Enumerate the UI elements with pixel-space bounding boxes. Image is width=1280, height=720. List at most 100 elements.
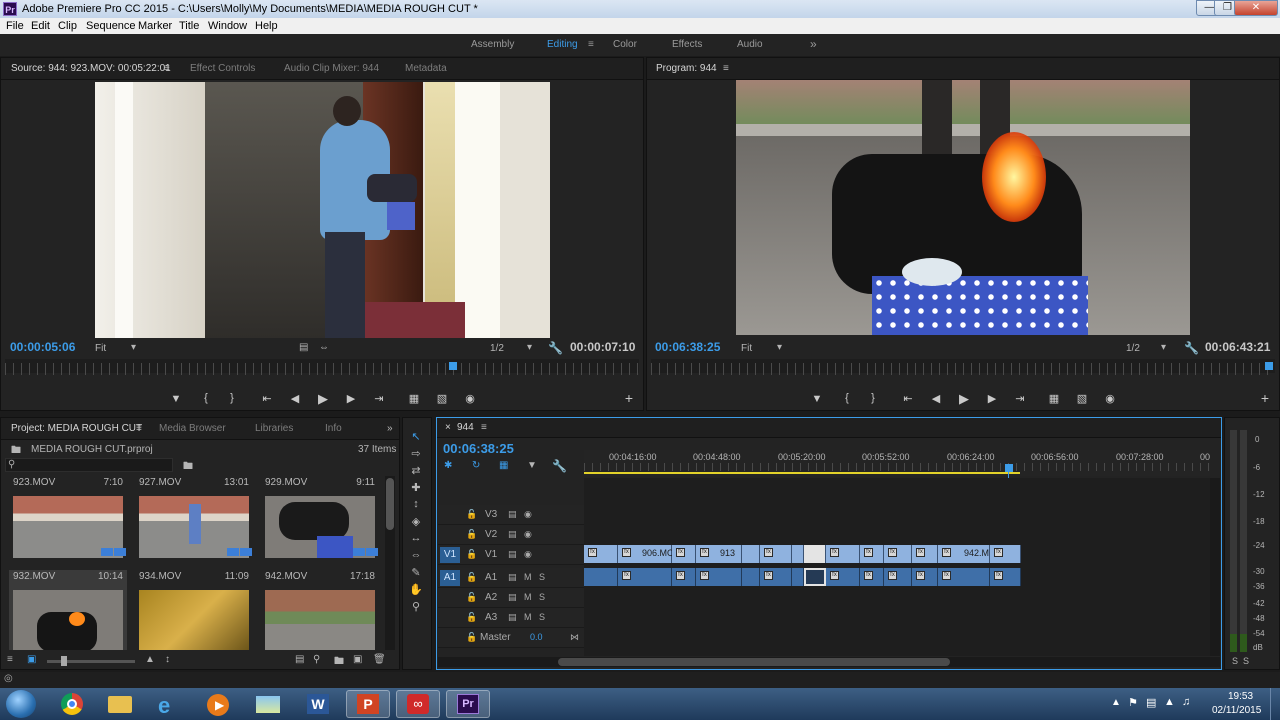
track-header-a2[interactable]: 🔓 A2 ▤ M S <box>438 588 584 608</box>
timeline-add-marker-icon[interactable]: ▼ <box>527 460 537 471</box>
go-to-out-icon[interactable]: ⇥ <box>371 392 387 405</box>
timeline-settings-wrench-icon[interactable]: 🔧 <box>552 459 567 473</box>
program-button-editor-icon[interactable]: + <box>1257 390 1273 406</box>
timeline-close-icon[interactable]: × <box>445 422 451 433</box>
timeline-tab-menu-icon[interactable]: ≡ <box>481 422 487 433</box>
thumbnail-size-slider[interactable] <box>47 656 135 666</box>
mark-in-icon[interactable]: { <box>198 392 214 404</box>
menu-marker[interactable]: Marker <box>138 20 172 32</box>
menu-sequence[interactable]: Sequence <box>86 20 136 32</box>
hand-tool-icon[interactable]: ✋ <box>406 583 426 597</box>
sync-lock-icon[interactable]: ▤ <box>508 529 517 540</box>
lock-icon[interactable]: 🔓 <box>466 549 477 560</box>
meter-solo-right[interactable]: S <box>1243 656 1249 666</box>
rolling-edit-tool-icon[interactable]: ✚ <box>406 481 426 495</box>
drag-video-icon[interactable]: ⇔ <box>319 342 329 353</box>
program-step-forward-icon[interactable]: ▶ <box>984 392 1000 405</box>
menu-title[interactable]: Title <box>179 20 199 32</box>
tab-libraries[interactable]: Libraries <box>255 423 293 434</box>
sync-lock-icon[interactable]: ▤ <box>508 612 517 623</box>
play-icon[interactable]: ▶ <box>315 391 331 407</box>
menu-edit[interactable]: Edit <box>31 20 50 32</box>
list-view-icon[interactable]: ≡ <box>7 654 13 665</box>
tray-expand-icon[interactable]: ▲ <box>1111 697 1121 708</box>
source-playhead[interactable] <box>449 362 457 370</box>
program-tab-menu-icon[interactable]: ≡ <box>723 63 729 74</box>
lock-icon[interactable]: 🔓 <box>466 509 477 520</box>
premiere-taskbar-icon[interactable]: Pr <box>446 690 490 718</box>
audio-clip-selected[interactable] <box>804 568 826 586</box>
source-patch-v1[interactable]: V1 <box>440 547 460 563</box>
sync-lock-icon[interactable]: ▤ <box>508 572 517 583</box>
track-select-tool-icon[interactable]: ⇨ <box>406 447 426 461</box>
eye-icon[interactable]: ◉ <box>524 549 532 560</box>
video-clip[interactable]: fx 913 <box>696 545 742 563</box>
video-clip[interactable] <box>792 545 804 563</box>
mute-button[interactable]: M <box>524 592 532 602</box>
sort-icon[interactable]: ▲ <box>145 654 155 665</box>
audio-clip[interactable]: fx <box>912 568 938 586</box>
explorer-taskbar-icon[interactable] <box>98 690 142 718</box>
source-button-editor-icon[interactable]: + <box>621 390 637 406</box>
project-item[interactable]: 923.MOV 7:10 <box>9 476 127 568</box>
workspace-assembly[interactable]: Assembly <box>471 39 514 50</box>
video-clip-selected[interactable] <box>804 545 826 563</box>
timeline-current-timecode[interactable]: 00:06:38:25 <box>443 441 514 456</box>
overwrite-icon[interactable]: ▧ <box>434 392 450 405</box>
tab-effect-controls[interactable]: Effect Controls <box>190 63 255 74</box>
project-item[interactable]: 932.MOV 10:14 <box>9 570 127 650</box>
program-go-to-out-icon[interactable]: ⇥ <box>1012 392 1028 405</box>
mark-out-icon[interactable]: } <box>224 392 240 404</box>
tab-sequence-944[interactable]: 944 <box>457 422 474 433</box>
program-go-to-in-icon[interactable]: ⇤ <box>900 392 916 405</box>
close-button[interactable]: ✕ <box>1234 0 1278 16</box>
solo-button[interactable]: S <box>539 592 545 602</box>
tray-network-icon[interactable]: ▲ <box>1164 696 1175 708</box>
project-search-input[interactable]: ⚲ <box>5 458 173 472</box>
icon-view-icon[interactable]: ▣ <box>27 654 36 665</box>
source-resolution-dropdown[interactable]: 1/2 <box>490 343 504 354</box>
extract-icon[interactable]: ▧ <box>1074 392 1090 405</box>
project-item[interactable]: 934.MOV 11:09 <box>135 570 253 650</box>
workspace-more-button[interactable]: » <box>810 37 817 51</box>
audio-clip[interactable]: fx <box>696 568 742 586</box>
program-current-timecode[interactable]: 00:06:38:25 <box>655 340 720 354</box>
lock-icon[interactable]: 🔓 <box>466 572 477 583</box>
video-clip[interactable]: fx <box>884 545 912 563</box>
video-clip[interactable]: fx <box>760 545 792 563</box>
eye-icon[interactable]: ◉ <box>524 529 532 540</box>
source-fit-dropdown[interactable]: Fit <box>95 343 106 354</box>
video-clip[interactable]: fx <box>826 545 860 563</box>
source-resolution-chevron-icon[interactable]: ▾ <box>527 342 532 353</box>
chrome-taskbar-icon[interactable] <box>50 690 94 718</box>
work-area-bar[interactable] <box>584 472 1020 474</box>
video-clip[interactable]: fx 942.M <box>938 545 990 563</box>
program-resolution-chevron-icon[interactable]: ▾ <box>1161 342 1166 353</box>
menu-clip[interactable]: Clip <box>58 20 77 32</box>
pen-tool-icon[interactable]: ✎ <box>406 566 426 580</box>
ripple-edit-tool-icon[interactable]: ⇄ <box>406 464 426 478</box>
insert-icon[interactable]: ▦ <box>406 392 422 405</box>
audio-clip[interactable]: fx <box>760 568 792 586</box>
audio-clip[interactable]: fx <box>884 568 912 586</box>
program-step-back-icon[interactable]: ◀ <box>928 392 944 405</box>
track-header-master[interactable]: 🔓 Master 0.0 ⋈ <box>438 628 584 648</box>
audio-clip[interactable]: fx <box>938 568 990 586</box>
photos-taskbar-icon[interactable] <box>246 690 290 718</box>
clock-time[interactable]: 19:53 <box>1228 691 1253 702</box>
source-tab-menu-icon[interactable]: ≡ <box>164 63 170 74</box>
rate-stretch-tool-icon[interactable]: ↕ <box>406 498 426 512</box>
program-export-frame-camera-icon[interactable]: ◉ <box>1102 392 1118 405</box>
tray-display-icon[interactable]: ▤ <box>1146 696 1156 709</box>
video-clip[interactable]: fx <box>912 545 938 563</box>
project-tab-menu-icon[interactable]: ≡ <box>136 423 142 434</box>
workspace-editing[interactable]: Editing <box>547 39 578 50</box>
tray-flag-icon[interactable]: ⚑ <box>1128 696 1138 709</box>
tab-audio-clip-mixer[interactable]: Audio Clip Mixer: 944 <box>284 63 379 74</box>
video-clip[interactable]: fx <box>672 545 696 563</box>
tab-project[interactable]: Project: MEDIA ROUGH CUT <box>11 423 142 434</box>
find-icon[interactable]: ⚲ <box>313 654 320 665</box>
project-scrollbar[interactable] <box>385 476 395 650</box>
go-to-in-icon[interactable]: ⇤ <box>259 392 275 405</box>
track-header-a1[interactable]: A1 🔓 A1 ▤ M S <box>438 568 584 588</box>
